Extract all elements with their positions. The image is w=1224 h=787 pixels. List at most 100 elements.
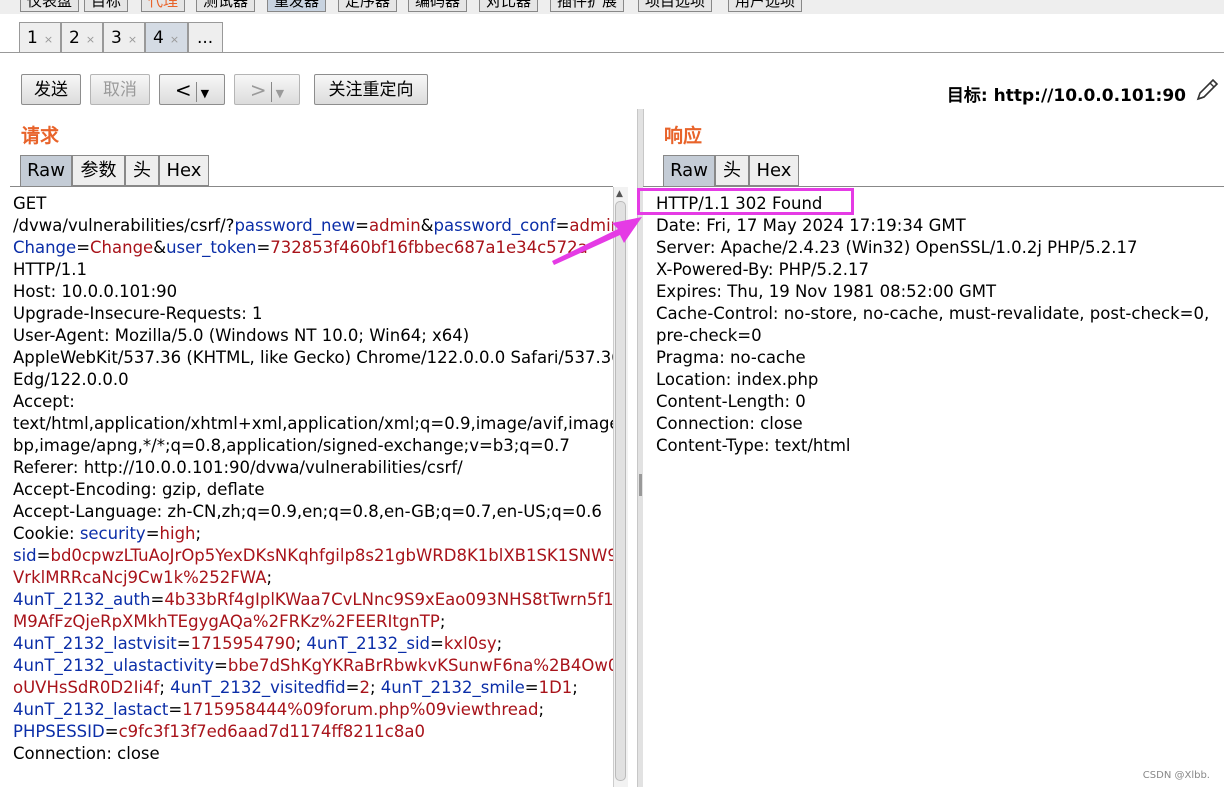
response-header-line: Content-Type: text/html — [656, 436, 851, 455]
response-title: 响应 — [664, 125, 703, 147]
menu-tab-dashboard[interactable]: 仪表盘 — [20, 0, 80, 12]
text-segment: = — [145, 524, 160, 543]
param-key: sid — [13, 546, 37, 565]
param-key: 4unT_2132_sid — [306, 634, 431, 653]
text-segment: = — [214, 656, 228, 675]
request-line: User-Agent: Mozilla/5.0 (Windows NT 10.0… — [13, 325, 613, 347]
text-segment: ; — [295, 634, 307, 653]
param-value: VrklMRRcaNcj9Cw1k%252FWA — [13, 568, 267, 587]
request-tab-headers[interactable]: 头 — [125, 155, 159, 186]
follow-redirect-button[interactable]: 关注重定向 — [314, 74, 428, 105]
arrow-annotation — [552, 217, 642, 265]
text-segment: ; — [369, 678, 381, 697]
repeater-subtabs: 1 × 2 × 3 × 4 × ... — [0, 14, 1224, 53]
text-segment: AppleWebKit/537.36 (KHTML, like Gecko) C… — [13, 348, 613, 367]
request-line: Host: 10.0.0.101:90 — [13, 281, 613, 303]
menu-tab-decoder[interactable]: 编码器 — [408, 0, 468, 12]
text-segment: GET — [13, 194, 47, 213]
pencil-icon[interactable] — [1194, 77, 1220, 103]
splitter-grip[interactable] — [639, 474, 642, 496]
request-line: Change=Change&user_token=732853f460bf16f… — [13, 237, 613, 259]
chevron-down-icon: ▼ — [275, 87, 285, 100]
param-value: bd0cpwzLTuAoJrOp5YexDKsNKqhfgilp8s21gbWR… — [50, 546, 613, 565]
param-key: PHPSESSID — [13, 722, 105, 741]
menu-tab-target[interactable]: 目标 — [84, 0, 129, 12]
send-button[interactable]: 发送 — [21, 74, 81, 105]
menu-tab-intruder[interactable]: 测试器 — [196, 0, 256, 12]
menu-tab-proxy[interactable]: 代理 — [141, 0, 186, 12]
request-title: 请求 — [21, 125, 60, 147]
text-segment: User-Agent: Mozilla/5.0 (Windows NT 10.0… — [13, 326, 470, 345]
param-value: high — [159, 524, 196, 543]
response-tab-raw[interactable]: Raw — [663, 155, 715, 186]
forward-button[interactable]: > ▼ — [234, 74, 300, 105]
scrollbar-thumb[interactable] — [615, 201, 626, 781]
scroll-up-icon[interactable]: ▲ — [616, 189, 623, 199]
close-icon[interactable]: × — [86, 33, 95, 46]
response-tab-headers[interactable]: 头 — [715, 155, 749, 186]
response-header-line: Server: Apache/2.4.23 (Win32) OpenSSL/1.… — [656, 238, 1138, 257]
subtab-4[interactable]: 4 × — [145, 22, 188, 52]
target-label: 目标: http://10.0.0.101:90 — [946, 86, 1186, 106]
request-line: text/html,application/xhtml+xml,applicat… — [13, 413, 613, 435]
response-tabs: Raw 头 Hex — [663, 155, 799, 186]
request-line: sid=bd0cpwzLTuAoJrOp5YexDKsNKqhfgilp8s21… — [13, 545, 613, 567]
subtab-label: 2 — [69, 28, 80, 48]
request-line: Referer: http://10.0.0.101:90/dvwa/vulne… — [13, 457, 613, 479]
text-segment: = — [76, 238, 91, 257]
param-value: oUVHsSdR0D2Ii4f — [13, 678, 160, 697]
param-key: 4unT_2132_lastvisit — [13, 634, 177, 653]
request-scrollbar[interactable]: ▲ — [613, 187, 628, 787]
request-tab-raw[interactable]: Raw — [20, 155, 72, 186]
request-line: Upgrade-Insecure-Requests: 1 — [13, 303, 613, 325]
request-line: bp,image/apng,*/*;q=0.8,application/sign… — [13, 435, 613, 457]
request-line: M9AfFzQjeRpXMkhTEgygAQa%2FRKz%2FEERItgnT… — [13, 611, 613, 633]
response-header-line: Cache-Control: no-store, no-cache, must-… — [656, 304, 1210, 323]
param-value: 1D1 — [538, 678, 573, 697]
param-value: Change — [90, 238, 154, 257]
text-segment: /dvwa/vulnerabilities/csrf/? — [13, 216, 235, 235]
subtab-1[interactable]: 1 × — [19, 22, 61, 52]
text-segment: ; — [195, 524, 202, 543]
response-editor[interactable]: HTTP/1.1 302 Found Date: Fri, 17 May 2024… — [643, 186, 1224, 787]
close-icon[interactable]: × — [170, 33, 179, 46]
request-tab-hex[interactable]: Hex — [159, 155, 209, 186]
param-key: 4unT_2132_ulastactivity — [13, 656, 215, 675]
text-segment: ; — [572, 678, 578, 697]
param-key: security — [79, 524, 146, 543]
response-header-line: Date: Fri, 17 May 2024 17:19:34 GMT — [656, 216, 966, 235]
text-segment: = — [176, 634, 191, 653]
text-segment: ; — [439, 612, 446, 631]
response-tab-hex[interactable]: Hex — [749, 155, 799, 186]
subtab-more[interactable]: ... — [188, 22, 223, 52]
request-line: VrklMRRcaNcj9Cw1k%252FWA; — [13, 567, 613, 589]
close-icon[interactable]: × — [128, 33, 137, 46]
back-button[interactable]: < ▼ — [159, 74, 225, 105]
menu-tab-user-options[interactable]: 用户选项 — [728, 0, 803, 12]
request-editor[interactable]: GET/dvwa/vulnerabilities/csrf/?password_… — [10, 186, 613, 787]
request-line: oUVHsSdR0D2Ii4f; 4unT_2132_visitedfid=2;… — [13, 677, 613, 699]
request-tab-params[interactable]: 参数 — [72, 155, 125, 186]
subtab-label: 3 — [111, 28, 122, 48]
menu-tab-comparer[interactable]: 对比器 — [479, 0, 539, 12]
request-line: AppleWebKit/537.36 (KHTML, like Gecko) C… — [13, 347, 613, 369]
close-icon[interactable]: × — [44, 33, 53, 46]
request-line: Accept: — [13, 391, 613, 413]
text-segment: & — [420, 216, 434, 235]
response-header-line: Connection: close — [656, 414, 803, 433]
chevron-right-icon: > — [249, 78, 267, 102]
param-key: 4unT_2132_auth — [13, 590, 151, 609]
text-segment: Accept: — [13, 392, 75, 411]
menu-tab-repeater[interactable]: 重发器 — [267, 0, 327, 12]
menu-tab-sequencer[interactable]: 定序器 — [338, 0, 398, 12]
cancel-button[interactable]: 取消 — [90, 74, 150, 105]
request-line: Edg/122.0.0.0 — [13, 369, 613, 391]
text-segment: ; — [538, 700, 545, 719]
separator — [195, 82, 197, 102]
text-segment: = — [36, 546, 51, 565]
subtab-2[interactable]: 2 × — [61, 22, 103, 52]
menu-tab-project-options[interactable]: 项目选项 — [638, 0, 713, 12]
request-line: 4unT_2132_lastvisit=1715954790; 4unT_213… — [13, 633, 613, 655]
subtab-3[interactable]: 3 × — [103, 22, 145, 52]
menu-tab-extender[interactable]: 插件扩展 — [550, 0, 625, 12]
